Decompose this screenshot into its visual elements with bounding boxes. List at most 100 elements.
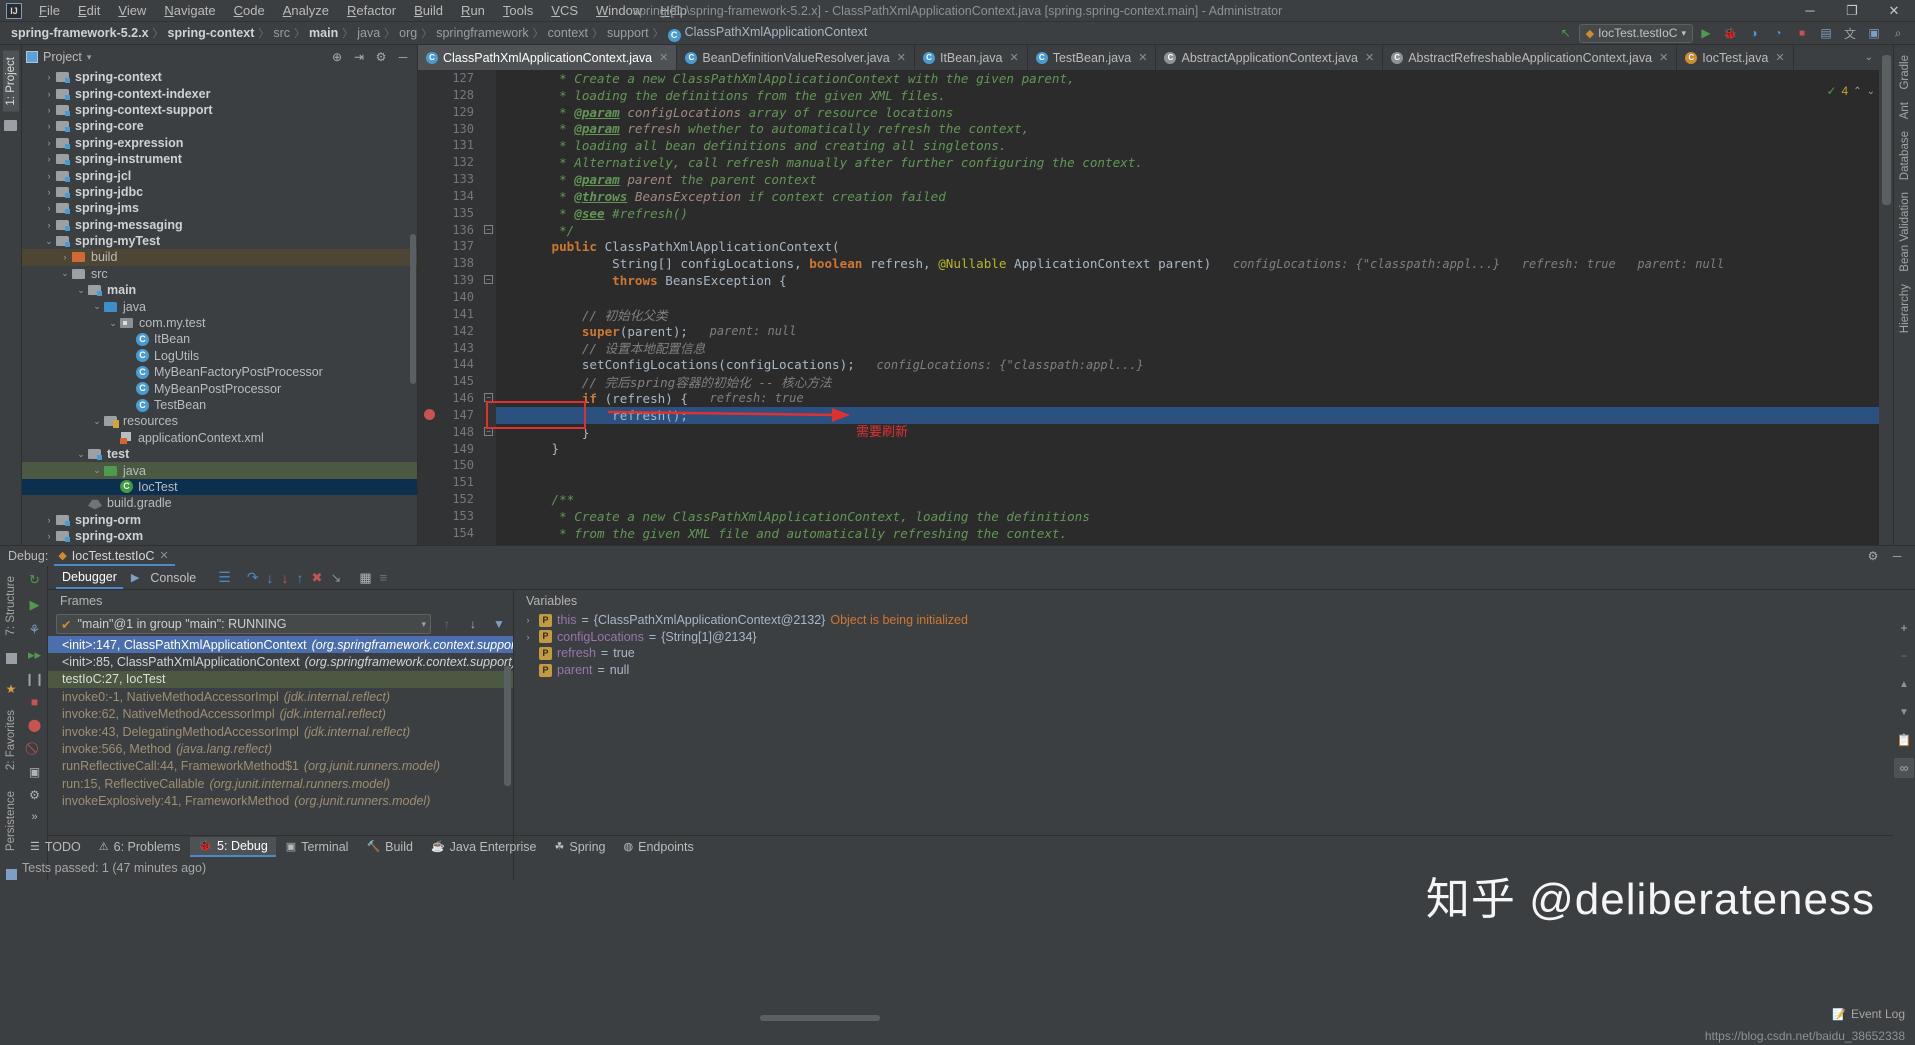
code-line[interactable]: refresh(); (496, 407, 1879, 424)
fold-line[interactable] (482, 340, 496, 357)
breadcrumb-item-springframework[interactable]: springframework (433, 26, 531, 40)
run-to-cursor-icon[interactable]: ↘ (330, 570, 341, 586)
breadcrumb-item-main[interactable]: main (306, 26, 341, 40)
code-line[interactable]: * loading the definitions from the given… (496, 87, 1879, 104)
editor-code-content[interactable]: * Create a new ClassPathXmlApplicationCo… (496, 70, 1879, 545)
gutter-line[interactable]: 138 (418, 255, 482, 272)
editor-tab-testbean-java[interactable]: C TestBean.java ✕ (1028, 45, 1157, 70)
frames-scrollbar[interactable] (504, 666, 511, 786)
code-line[interactable]: * from the given XML file and automatica… (496, 525, 1879, 542)
chevron-right-icon[interactable]: › (42, 154, 56, 164)
code-line[interactable]: setConfigLocations(configLocations); con… (496, 356, 1879, 373)
tree-node-spring-orm[interactable]: › spring-orm (22, 512, 417, 528)
breadcrumb-item-java[interactable]: java (354, 26, 383, 40)
tree-node-src[interactable]: ⌄ src (22, 266, 417, 282)
tree-node-java[interactable]: ⌄ java (22, 298, 417, 314)
fold-line[interactable] (482, 188, 496, 205)
editor-marker-scrollbar[interactable] (1879, 45, 1893, 545)
gutter-line[interactable]: 139 (418, 272, 482, 289)
fold-line[interactable] (482, 104, 496, 121)
tree-node-mybeanfactorypostprocessor[interactable]: ›CMyBeanFactoryPostProcessor (22, 364, 417, 380)
menu-help[interactable]: Help (651, 1, 696, 20)
project-tree-scrollbar[interactable] (410, 234, 416, 384)
profile-icon[interactable]: ◔ (1767, 23, 1789, 43)
tree-node-applicationcontext-xml[interactable]: ›applicationContext.xml (22, 430, 417, 446)
more-icon[interactable]: » (31, 811, 37, 823)
scroll-up-icon[interactable]: ▲ (1894, 674, 1914, 694)
code-line[interactable]: // 完后spring容器的初始化 -- 核心方法 (496, 373, 1879, 390)
tree-node-spring-oxm[interactable]: › spring-oxm (22, 528, 417, 544)
layout-icon[interactable]: ▤ (1815, 23, 1837, 43)
menu-navigate[interactable]: Navigate (155, 1, 224, 20)
tree-node-spring-context-indexer[interactable]: › spring-context-indexer (22, 85, 417, 101)
code-line[interactable]: * @throws BeansException if context crea… (496, 188, 1879, 205)
code-line[interactable] (496, 474, 1879, 491)
code-line[interactable]: * loading all bean definitions and creat… (496, 137, 1879, 154)
add-watch-button[interactable]: + (1894, 618, 1914, 638)
remove-watch-button[interactable]: − (1894, 646, 1914, 666)
breadcrumb-item-spring-context[interactable]: spring-context (165, 26, 258, 40)
sidebar-tab-ant[interactable]: Ant (1897, 96, 1913, 125)
tree-node-mybeanpostprocessor[interactable]: ›CMyBeanPostProcessor (22, 380, 417, 396)
bottom-tab-endpoints[interactable]: ◍ Endpoints (616, 838, 702, 856)
tab-debugger[interactable]: Debugger (56, 567, 123, 589)
gutter-line[interactable]: 140 (418, 289, 482, 306)
gutter-line[interactable]: 145 (418, 373, 482, 390)
collapse-all-icon[interactable]: ⇥ (349, 47, 369, 67)
sidebar-tab-persistence[interactable]: Persistence (3, 785, 19, 857)
fold-line[interactable] (482, 137, 496, 154)
fold-line[interactable] (482, 525, 496, 542)
inspection-widget[interactable]: ✓ 4 ⌃ ⌄ (1826, 84, 1875, 98)
menu-edit[interactable]: Edit (69, 1, 109, 20)
fold-line[interactable] (482, 474, 496, 491)
menu-window[interactable]: Window (587, 1, 651, 20)
debug-session-tab[interactable]: ◆ IocTest.testIoC ✕ (54, 547, 175, 566)
step-over-icon[interactable]: ↷ (247, 569, 259, 586)
chevron-right-icon[interactable]: › (42, 171, 56, 181)
chevron-down-icon[interactable]: ⌄ (1867, 86, 1875, 97)
breadcrumb-item-src[interactable]: src (270, 26, 293, 40)
fold-line[interactable] (482, 491, 496, 508)
gutter-line[interactable]: 154 (418, 525, 482, 542)
variable-row[interactable]: › Pthis = {ClassPathXmlApplicationContext@2… (514, 612, 1893, 629)
gutter-line[interactable]: 148 (418, 424, 482, 441)
close-icon[interactable]: ✕ (1365, 51, 1374, 64)
search-icon[interactable]: ⌕ (1887, 23, 1909, 43)
close-icon[interactable]: ✕ (897, 51, 906, 64)
frame-down-icon[interactable]: ↓ (463, 614, 483, 634)
gutter-line[interactable]: 136 (418, 222, 482, 239)
tree-node-spring-mytest[interactable]: ⌄ spring-myTest (22, 233, 417, 249)
variable-row[interactable]: › PconfigLocations = {String[1]@2134} (514, 629, 1893, 646)
menu-analyze[interactable]: Analyze (274, 1, 338, 20)
gutter-line[interactable]: 141 (418, 306, 482, 323)
code-line[interactable]: */ (496, 222, 1879, 239)
mute-breakpoints-icon[interactable]: ≡ (380, 570, 388, 585)
gutter-line[interactable]: 137 (418, 238, 482, 255)
close-icon[interactable]: ✕ (159, 549, 168, 562)
gutter-line[interactable]: 131 (418, 137, 482, 154)
resume-icon[interactable]: ▶ (30, 597, 40, 613)
code-line[interactable] (496, 457, 1879, 474)
close-icon[interactable]: ✕ (1138, 51, 1147, 64)
sidebar-tab-bean-validation[interactable]: Bean Validation (1897, 186, 1913, 278)
step-into-icon[interactable]: ↓ (267, 570, 274, 586)
chevron-down-icon[interactable]: ⌄ (74, 285, 88, 296)
menu-refactor[interactable]: Refactor (338, 1, 405, 20)
screenshot-icon[interactable]: ▣ (29, 765, 40, 779)
variable-row[interactable]: Prefresh = true (514, 645, 1893, 662)
code-line[interactable]: // 设置本地配置信息 (496, 340, 1879, 356)
layout-icon[interactable]: ☰ (218, 569, 231, 586)
chevron-right-icon[interactable]: › (42, 220, 56, 230)
device-icon[interactable]: ▣ (1863, 23, 1885, 43)
code-line[interactable]: * Create a new ClassPathXmlApplicationCo… (496, 70, 1879, 87)
chevron-down-icon[interactable]: ⌄ (1865, 52, 1873, 63)
tree-node-build-gradle[interactable]: ›build.gradle (22, 495, 417, 511)
code-line[interactable]: * @param configLocations array of resour… (496, 104, 1879, 121)
step-out-icon[interactable]: ↑ (297, 570, 304, 586)
fold-line[interactable] (482, 441, 496, 458)
watches-icon[interactable]: ∞ (1894, 758, 1914, 778)
gutter-line[interactable]: 147 (418, 407, 482, 424)
editor-tab-beandefinitionvalueresolver-java[interactable]: C BeanDefinitionValueResolver.java ✕ (677, 45, 915, 70)
chevron-right-icon[interactable]: › (42, 203, 56, 213)
chevron-down-icon[interactable]: ⌄ (58, 268, 72, 279)
